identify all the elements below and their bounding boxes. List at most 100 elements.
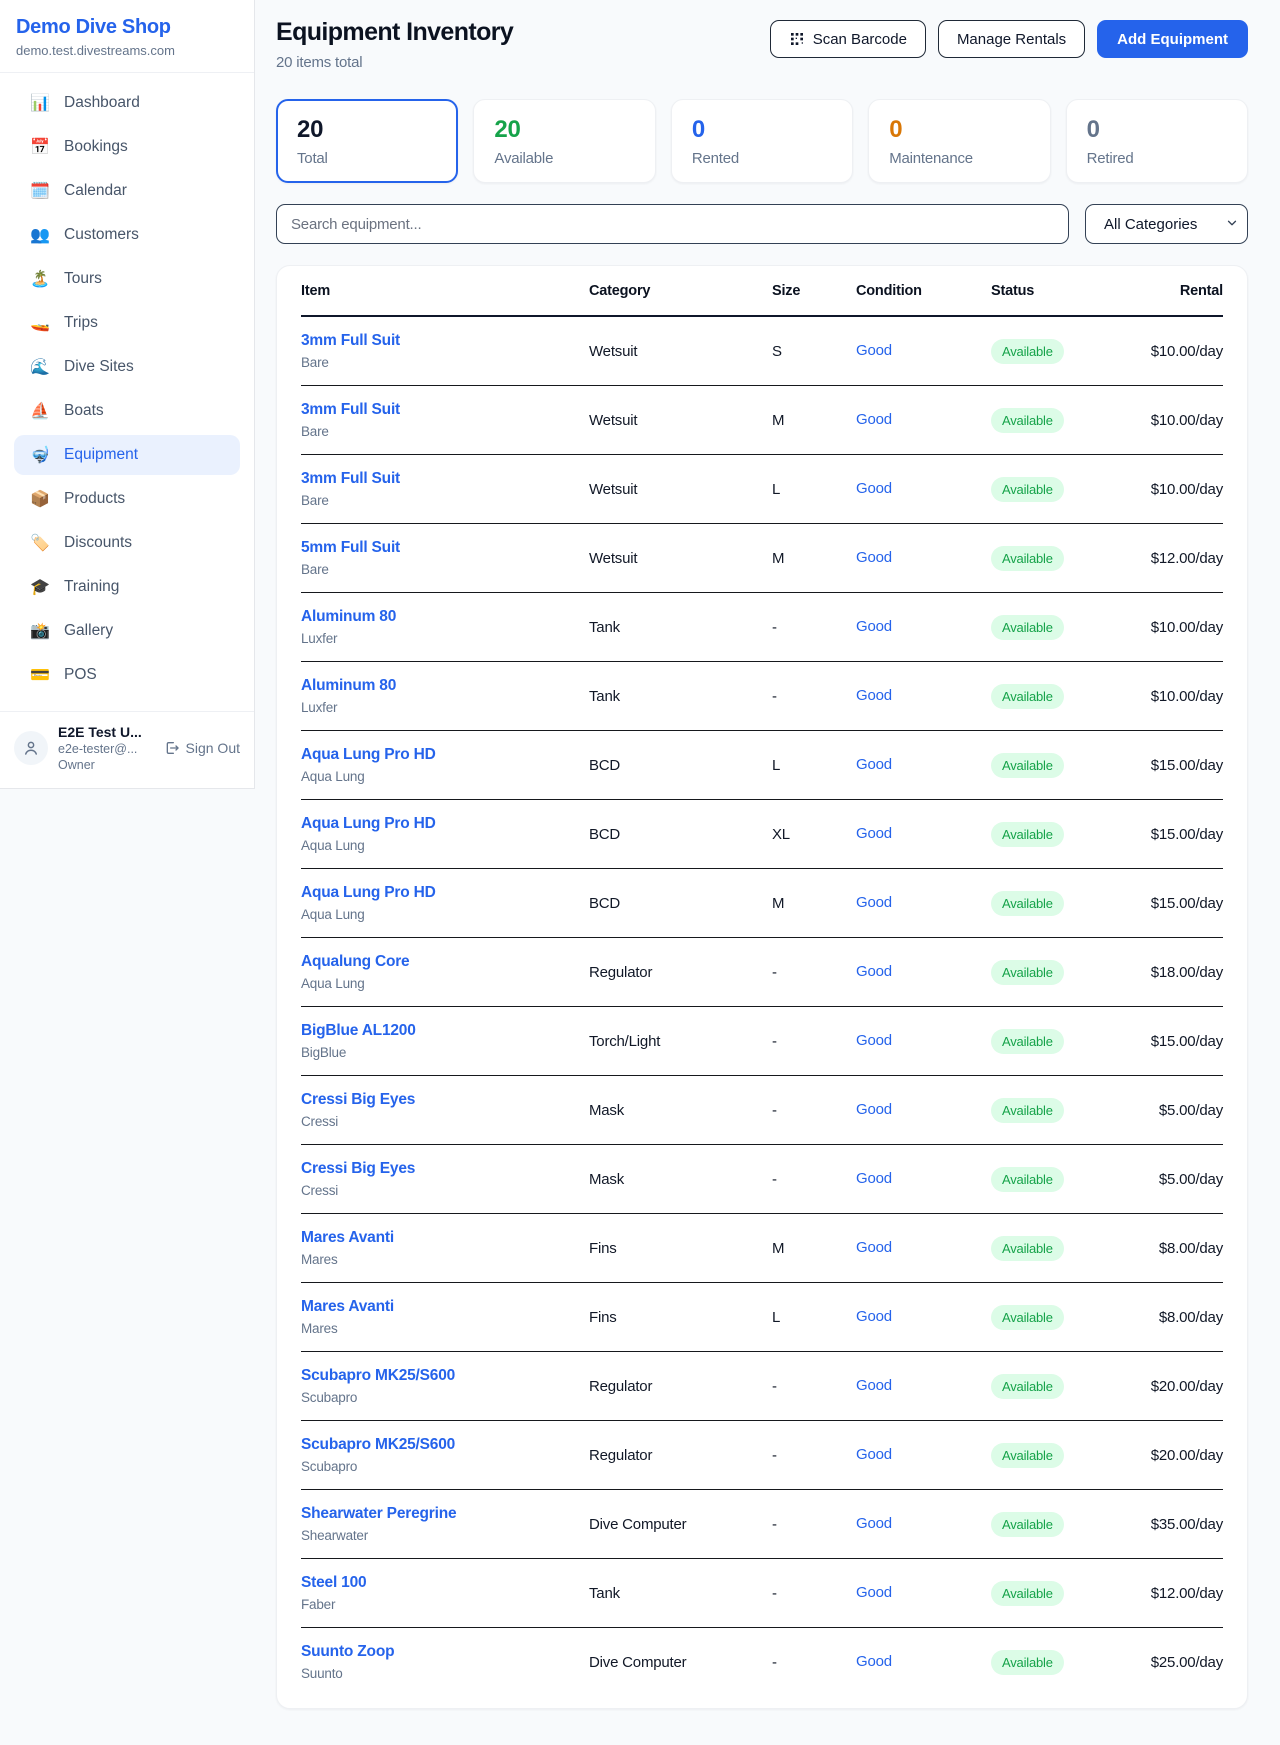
item-name-link[interactable]: Aqualung Core (301, 951, 589, 972)
item-brand: Cressi (301, 1113, 589, 1131)
item-name-link[interactable]: Cressi Big Eyes (301, 1158, 589, 1179)
condition-link[interactable]: Good (856, 618, 892, 635)
item-brand: Mares (301, 1251, 589, 1269)
item-name-link[interactable]: Shearwater Peregrine (301, 1503, 589, 1524)
category-cell: Wetsuit (589, 481, 772, 498)
search-input[interactable] (276, 204, 1069, 244)
condition-link[interactable]: Good (856, 1032, 892, 1049)
table-row: Cressi Big Eyes Cressi Mask - Good Avail… (301, 1145, 1223, 1214)
category-select[interactable]: All Categories (1085, 204, 1248, 244)
status-badge: Available (991, 891, 1064, 916)
items-total-count: 20 items total (276, 54, 513, 71)
trips-icon: 🚤 (28, 313, 52, 333)
page-header: Equipment Inventory 20 items total Scan … (276, 18, 1248, 71)
item-name-link[interactable]: Aluminum 80 (301, 606, 589, 627)
sidebar-item-discounts[interactable]: 🏷️Discounts (14, 523, 240, 563)
stat-card-total[interactable]: 20 Total (276, 99, 458, 183)
category-cell: Mask (589, 1171, 772, 1188)
table-row: 3mm Full Suit Bare Wetsuit M Good Availa… (301, 386, 1223, 455)
shop-name[interactable]: Demo Dive Shop (16, 16, 238, 39)
discounts-icon: 🏷️ (28, 533, 52, 553)
item-name-link[interactable]: 5mm Full Suit (301, 537, 589, 558)
item-name-link[interactable]: 3mm Full Suit (301, 330, 589, 351)
item-brand: Bare (301, 354, 589, 372)
status-badge: Available (991, 1443, 1064, 1468)
add-equipment-button[interactable]: Add Equipment (1097, 20, 1248, 58)
status-badge: Available (991, 408, 1064, 433)
scan-barcode-button[interactable]: Scan Barcode (770, 20, 926, 58)
sidebar-item-customers[interactable]: 👥Customers (14, 215, 240, 255)
item-cell: Scubapro MK25/S600 Scubapro (301, 1434, 589, 1476)
sidebar-item-tours[interactable]: 🏝️Tours (14, 259, 240, 299)
sidebar-item-training[interactable]: 🎓Training (14, 567, 240, 607)
table-row: BigBlue AL1200 BigBlue Torch/Light - Goo… (301, 1007, 1223, 1076)
manage-rentals-button[interactable]: Manage Rentals (938, 20, 1085, 58)
condition-link[interactable]: Good (856, 1308, 892, 1325)
status-badge: Available (991, 339, 1064, 364)
condition-link[interactable]: Good (856, 411, 892, 428)
sidebar-item-dashboard[interactable]: 📊Dashboard (14, 83, 240, 123)
condition-link[interactable]: Good (856, 825, 892, 842)
status-badge: Available (991, 960, 1064, 985)
item-brand: Cressi (301, 1182, 589, 1200)
item-name-link[interactable]: Mares Avanti (301, 1227, 589, 1248)
item-cell: 3mm Full Suit Bare (301, 399, 589, 441)
condition-link[interactable]: Good (856, 756, 892, 773)
item-name-link[interactable]: 3mm Full Suit (301, 399, 589, 420)
sidebar-item-equipment[interactable]: 🤿Equipment (14, 435, 240, 475)
sidebar-item-products[interactable]: 📦Products (14, 479, 240, 519)
user-name: E2E Test U... (58, 724, 142, 740)
item-name-link[interactable]: Cressi Big Eyes (301, 1089, 589, 1110)
item-cell: 3mm Full Suit Bare (301, 468, 589, 510)
condition-link[interactable]: Good (856, 687, 892, 704)
item-name-link[interactable]: Aqua Lung Pro HD (301, 744, 589, 765)
avatar (14, 731, 48, 765)
sidebar-item-trips[interactable]: 🚤Trips (14, 303, 240, 343)
sidebar-item-calendar[interactable]: 🗓️Calendar (14, 171, 240, 211)
item-name-link[interactable]: Mares Avanti (301, 1296, 589, 1317)
stat-label: Rented (692, 150, 832, 167)
item-name-link[interactable]: Aqua Lung Pro HD (301, 882, 589, 903)
size-cell: L (772, 757, 856, 774)
table-row: Aluminum 80 Luxfer Tank - Good Available… (301, 593, 1223, 662)
stats-row: 20 Total 20 Available 0 Rented 0 Mainten… (276, 99, 1248, 183)
item-cell: Shearwater Peregrine Shearwater (301, 1503, 589, 1545)
item-name-link[interactable]: Aqua Lung Pro HD (301, 813, 589, 834)
stat-card-rented[interactable]: 0 Rented (671, 99, 853, 183)
item-name-link[interactable]: Suunto Zoop (301, 1641, 589, 1662)
condition-link[interactable]: Good (856, 480, 892, 497)
item-name-link[interactable]: Scubapro MK25/S600 (301, 1434, 589, 1455)
sign-out-icon (164, 740, 180, 756)
item-brand: Luxfer (301, 630, 589, 648)
status-badge: Available (991, 615, 1064, 640)
item-brand: BigBlue (301, 1044, 589, 1062)
item-name-link[interactable]: BigBlue AL1200 (301, 1020, 589, 1041)
condition-link[interactable]: Good (856, 1239, 892, 1256)
condition-link[interactable]: Good (856, 894, 892, 911)
item-name-link[interactable]: Aluminum 80 (301, 675, 589, 696)
condition-link[interactable]: Good (856, 1515, 892, 1532)
condition-link[interactable]: Good (856, 1584, 892, 1601)
stat-card-maintenance[interactable]: 0 Maintenance (868, 99, 1050, 183)
sidebar-item-boats[interactable]: ⛵Boats (14, 391, 240, 431)
condition-link[interactable]: Good (856, 549, 892, 566)
condition-link[interactable]: Good (856, 342, 892, 359)
condition-link[interactable]: Good (856, 1446, 892, 1463)
item-name-link[interactable]: Scubapro MK25/S600 (301, 1365, 589, 1386)
condition-link[interactable]: Good (856, 963, 892, 980)
sign-out-button[interactable]: Sign Out (164, 740, 240, 756)
sidebar-item-pos[interactable]: 💳POS (14, 655, 240, 695)
size-cell: - (772, 964, 856, 981)
stat-card-available[interactable]: 20 Available (473, 99, 655, 183)
item-name-link[interactable]: 3mm Full Suit (301, 468, 589, 489)
condition-link[interactable]: Good (856, 1377, 892, 1394)
sidebar-item-dive-sites[interactable]: 🌊Dive Sites (14, 347, 240, 387)
condition-link[interactable]: Good (856, 1170, 892, 1187)
sidebar-item-gallery[interactable]: 📸Gallery (14, 611, 240, 651)
sidebar-item-bookings[interactable]: 📅Bookings (14, 127, 240, 167)
condition-link[interactable]: Good (856, 1653, 892, 1670)
condition-link[interactable]: Good (856, 1101, 892, 1118)
stat-card-retired[interactable]: 0 Retired (1066, 99, 1248, 183)
size-cell: - (772, 1516, 856, 1533)
item-name-link[interactable]: Steel 100 (301, 1572, 589, 1593)
